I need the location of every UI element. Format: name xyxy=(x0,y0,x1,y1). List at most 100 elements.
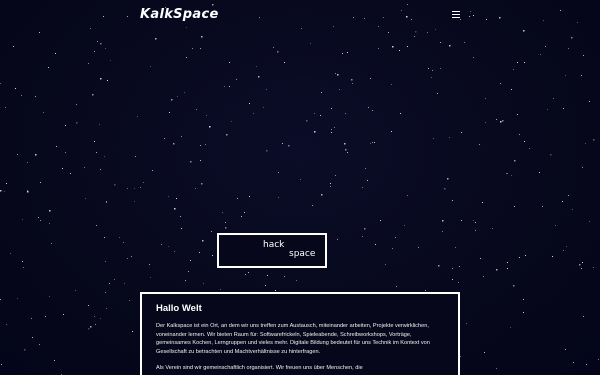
star xyxy=(464,42,465,43)
star xyxy=(76,104,77,105)
star xyxy=(565,349,566,350)
star xyxy=(399,50,400,51)
star xyxy=(345,113,346,114)
star xyxy=(17,298,18,299)
star xyxy=(469,16,470,17)
star xyxy=(88,328,90,330)
hackspace-logo-top: hack xyxy=(263,240,285,250)
star xyxy=(583,316,584,317)
star xyxy=(460,356,461,357)
star xyxy=(579,264,581,266)
star xyxy=(438,265,440,267)
star xyxy=(127,16,128,17)
star xyxy=(164,138,165,139)
star xyxy=(585,143,586,144)
star xyxy=(563,250,564,251)
star xyxy=(190,161,192,163)
star xyxy=(253,113,254,114)
star xyxy=(310,43,311,44)
star xyxy=(17,154,18,155)
star xyxy=(347,152,348,153)
star xyxy=(155,38,157,40)
star xyxy=(137,116,138,117)
star xyxy=(473,57,474,58)
star xyxy=(519,134,520,135)
star xyxy=(314,113,315,114)
star xyxy=(513,285,515,287)
star xyxy=(132,331,133,332)
star xyxy=(568,48,569,49)
star xyxy=(565,75,566,76)
star xyxy=(96,152,97,153)
star xyxy=(560,10,561,11)
star xyxy=(370,78,371,79)
star xyxy=(39,32,40,33)
star xyxy=(100,318,101,319)
star xyxy=(485,122,486,123)
star xyxy=(524,141,525,142)
star xyxy=(245,274,246,275)
star xyxy=(40,220,41,221)
star xyxy=(333,26,334,27)
star xyxy=(174,251,175,252)
kalkspace-logo[interactable]: KalkSpace xyxy=(140,6,219,24)
star xyxy=(27,190,28,191)
star xyxy=(88,305,89,306)
star xyxy=(201,36,203,38)
star xyxy=(99,124,100,125)
star xyxy=(473,220,474,221)
star xyxy=(284,62,285,63)
star xyxy=(123,242,124,243)
star xyxy=(540,54,541,55)
star xyxy=(51,243,52,244)
star xyxy=(174,208,176,210)
star xyxy=(186,27,187,28)
star xyxy=(201,183,203,185)
star xyxy=(380,220,381,221)
star xyxy=(171,99,173,101)
star xyxy=(461,132,462,133)
star xyxy=(519,257,520,258)
star xyxy=(514,206,515,207)
star xyxy=(49,296,50,297)
star xyxy=(275,290,276,291)
hamburger-menu-icon[interactable] xyxy=(450,9,462,21)
star xyxy=(203,283,204,284)
star xyxy=(517,62,518,63)
star xyxy=(571,37,573,39)
star xyxy=(22,261,23,262)
star xyxy=(437,93,438,94)
star xyxy=(70,173,71,174)
star xyxy=(473,15,474,16)
star xyxy=(200,145,201,146)
star xyxy=(131,256,132,257)
star xyxy=(431,77,432,78)
star xyxy=(378,26,379,27)
star xyxy=(470,11,471,12)
star xyxy=(205,144,206,145)
star xyxy=(88,63,89,64)
star xyxy=(220,289,221,290)
star xyxy=(404,225,405,226)
star xyxy=(475,230,476,231)
star xyxy=(435,29,436,30)
star xyxy=(134,201,135,202)
star xyxy=(173,143,175,145)
star xyxy=(105,48,106,49)
star xyxy=(152,170,153,171)
star xyxy=(110,60,111,61)
star xyxy=(140,187,141,188)
star xyxy=(229,86,230,87)
star xyxy=(188,271,189,272)
star xyxy=(525,255,526,256)
star xyxy=(577,22,578,23)
star xyxy=(499,17,501,19)
star xyxy=(56,146,57,147)
star xyxy=(13,46,14,47)
star xyxy=(184,92,185,93)
star xyxy=(114,279,115,280)
star xyxy=(199,252,200,253)
star xyxy=(23,267,24,268)
star xyxy=(572,209,573,210)
star xyxy=(35,154,37,156)
